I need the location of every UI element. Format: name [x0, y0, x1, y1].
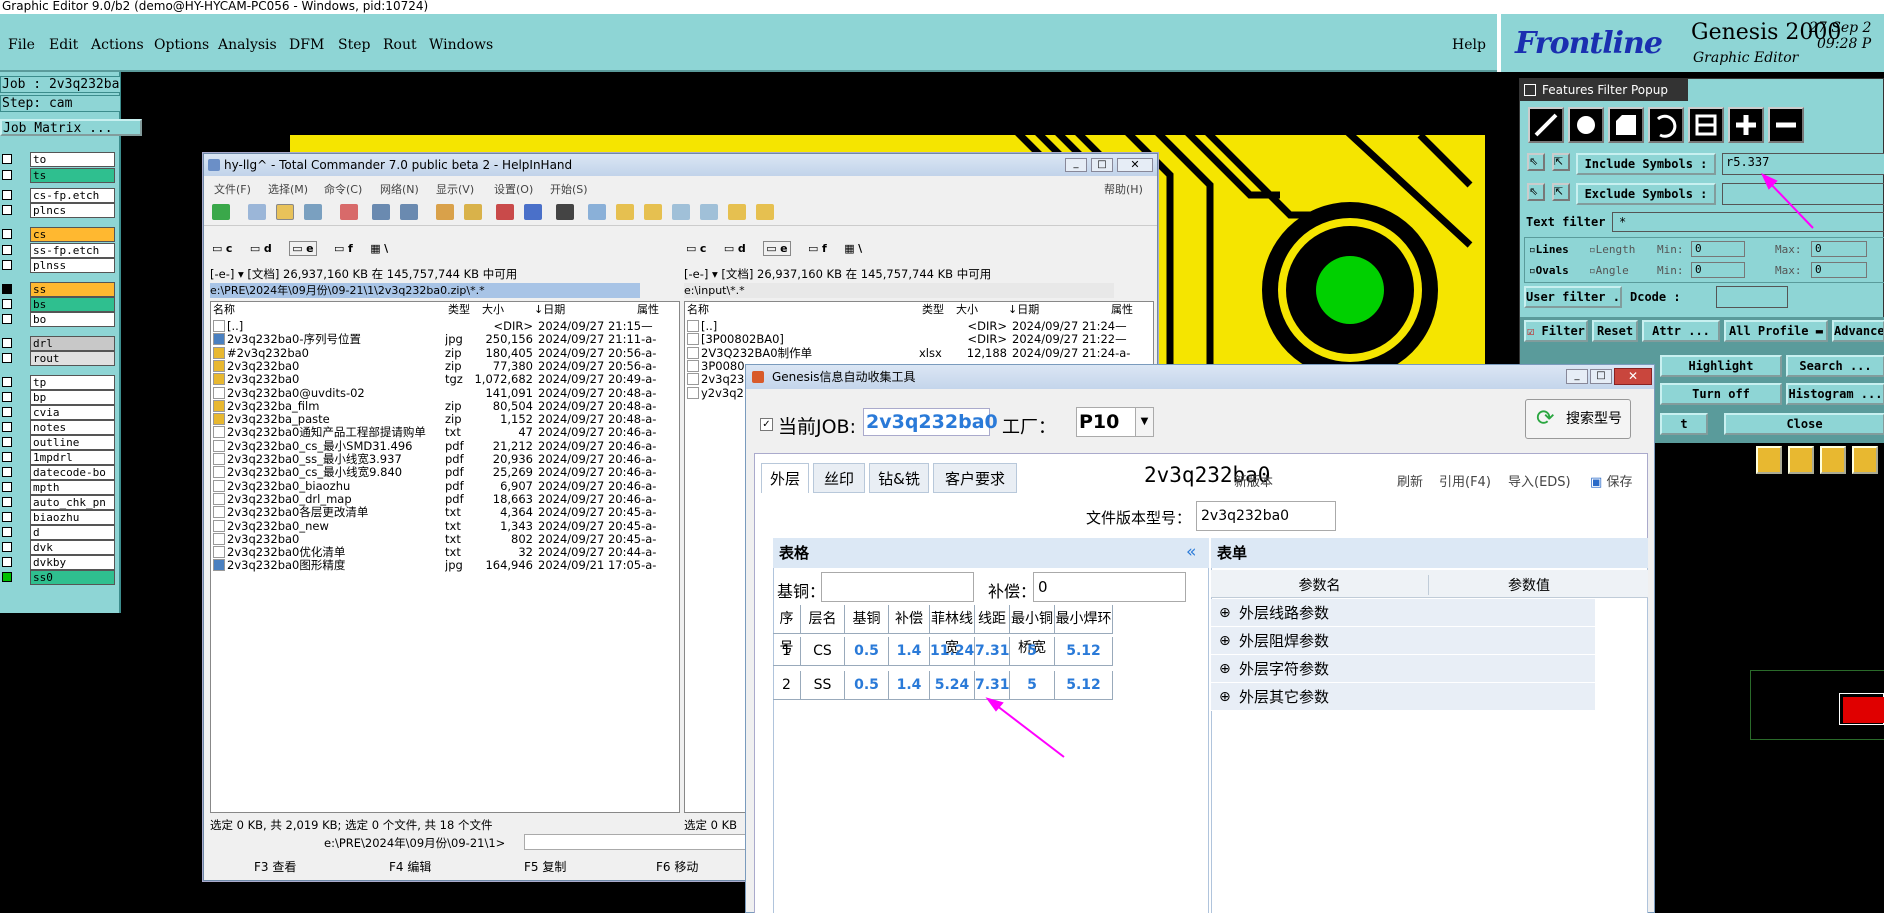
annotation-arrows: [985, 172, 1814, 758]
